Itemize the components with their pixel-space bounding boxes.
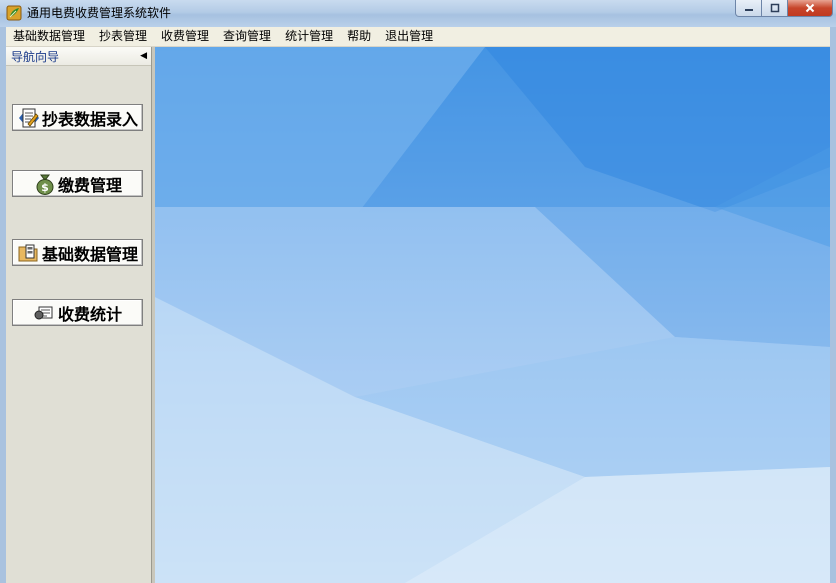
nav-button-label: 抄表数据录入 xyxy=(41,109,138,129)
maximize-icon xyxy=(770,3,779,13)
nav-button-label: 收费统计 xyxy=(57,304,122,324)
money-bag-icon: $ xyxy=(36,174,54,195)
svg-text:$: $ xyxy=(41,181,49,194)
nav-button-meter-entry[interactable]: 抄表数据录入 xyxy=(12,104,143,131)
maximize-button[interactable] xyxy=(762,0,788,17)
window-controls xyxy=(735,0,833,18)
nav-button-payment[interactable]: $ 缴费管理 xyxy=(12,170,143,197)
menu-exit[interactable]: 退出管理 xyxy=(378,27,440,46)
menu-help[interactable]: 帮助 xyxy=(340,27,378,46)
background-pattern xyxy=(155,47,830,583)
close-button[interactable] xyxy=(788,0,833,17)
nav-button-basic-data[interactable]: 基础数据管理 xyxy=(12,239,143,266)
title-bar[interactable]: 通用电费收费管理系统软件 xyxy=(0,0,836,27)
minimize-button[interactable] xyxy=(735,0,762,17)
menu-basic-data[interactable]: 基础数据管理 xyxy=(6,27,92,46)
menu-bar: 基础数据管理 抄表管理 收费管理 查询管理 统计管理 帮助 退出管理 xyxy=(6,27,830,47)
close-icon xyxy=(805,3,815,13)
nav-header: 导航向导 ◀ xyxy=(6,47,151,66)
minimize-icon xyxy=(744,9,753,11)
window-frame-right xyxy=(830,27,836,583)
nav-header-label: 导航向导 xyxy=(11,49,60,64)
menu-meter-reading[interactable]: 抄表管理 xyxy=(92,27,154,46)
menu-query[interactable]: 查询管理 xyxy=(216,27,278,46)
collapse-left-icon[interactable]: ◀ xyxy=(140,51,147,61)
leaf-app-icon xyxy=(6,5,22,21)
menu-statistics[interactable]: 统计管理 xyxy=(278,27,340,46)
window-title: 通用电费收费管理系统软件 xyxy=(27,6,172,20)
nav-button-label: 基础数据管理 xyxy=(41,244,138,264)
meter-form-icon xyxy=(18,108,39,127)
menu-fee-collection[interactable]: 收费管理 xyxy=(154,27,216,46)
folder-data-icon xyxy=(18,244,38,261)
nav-button-fee-statistics[interactable]: 收费统计 xyxy=(12,299,143,326)
navigation-pane: 导航向导 ◀ 抄表数据录入 $ 缴费管理 基础数据管理 收费统计 xyxy=(6,47,152,583)
statistics-icon xyxy=(34,306,53,319)
main-workspace xyxy=(155,47,830,583)
nav-button-label: 缴费管理 xyxy=(57,175,122,195)
